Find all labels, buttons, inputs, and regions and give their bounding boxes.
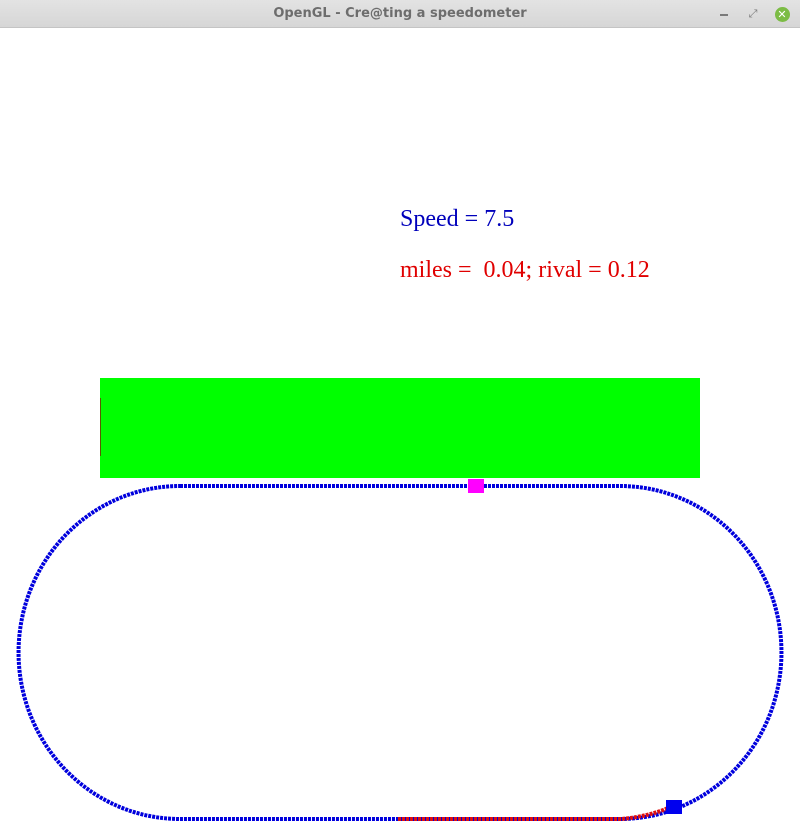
close-button[interactable]: ✕ bbox=[774, 6, 790, 22]
traveled-segment bbox=[398, 806, 669, 821]
gl-canvas[interactable]: Speed = 7.5 miles = 0.04; rival = 0.12 bbox=[0, 28, 800, 828]
close-icon: ✕ bbox=[774, 6, 790, 22]
minimize-button[interactable] bbox=[716, 6, 732, 22]
maximize-button[interactable]: ⤢ bbox=[745, 6, 761, 22]
player-car-marker bbox=[666, 800, 682, 814]
maximize-icon: ⤢ bbox=[748, 7, 758, 20]
rival-car-marker bbox=[468, 479, 484, 493]
app-window: OpenGL - Cre@ting a speedometer ⤢ ✕ Spee… bbox=[0, 0, 800, 828]
track-outline bbox=[16, 484, 784, 821]
minimize-icon bbox=[720, 14, 728, 16]
window-title: OpenGL - Cre@ting a speedometer bbox=[273, 6, 527, 21]
race-track bbox=[16, 479, 784, 821]
title-bar[interactable]: OpenGL - Cre@ting a speedometer ⤢ ✕ bbox=[0, 0, 800, 28]
